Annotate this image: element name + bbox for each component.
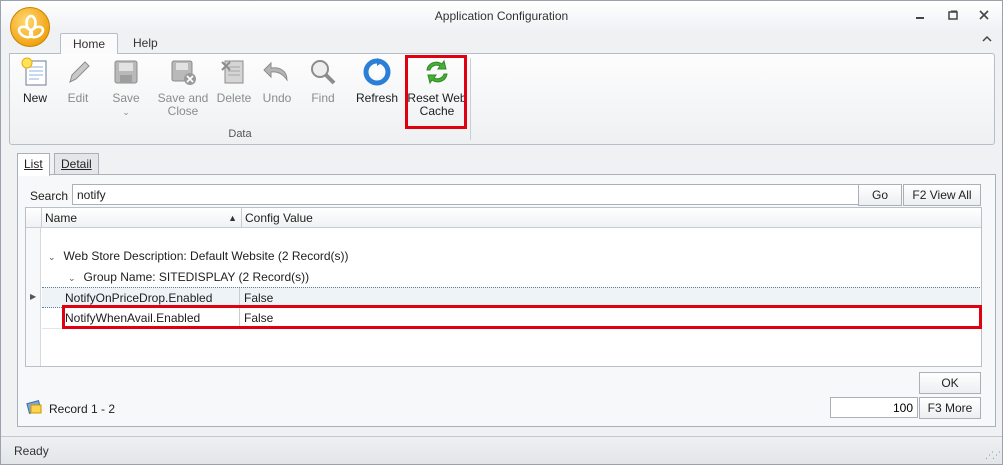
delete-button[interactable]: Delete: [214, 56, 254, 105]
chevron-down-icon: ⌄: [68, 273, 76, 283]
save-button[interactable]: Save ⌄: [106, 56, 146, 119]
pencil-icon: [69, 61, 90, 83]
save-close-icon: [171, 60, 196, 85]
tab-list[interactable]: List: [17, 153, 50, 176]
column-header-config-value[interactable]: Config Value: [242, 208, 981, 228]
status-text: Ready: [14, 444, 49, 458]
save-and-close-button[interactable]: Save and Close: [156, 56, 210, 118]
tab-detail[interactable]: Detail: [54, 153, 99, 174]
tab-home[interactable]: Home: [60, 33, 119, 54]
grid-header: Name ▲ Config Value: [26, 208, 981, 228]
table-row[interactable]: NotifyWhenAvail.Enabled False: [42, 308, 980, 329]
status-bar: Ready ⋰⋰: [1, 436, 1002, 464]
undo-button[interactable]: Undo: [258, 56, 296, 105]
table-row[interactable]: NotifyOnPriceDrop.Enabled False: [42, 287, 980, 308]
current-row-arrow-icon: ▶: [30, 292, 37, 301]
reset-web-cache-button[interactable]: Reset Web Cache: [407, 56, 467, 118]
undo-arrow-icon: [263, 61, 288, 82]
search-label: Search: [30, 189, 69, 203]
restore-button[interactable]: [942, 7, 964, 25]
cell-value: False: [244, 311, 274, 325]
recycle-arrows-icon: [426, 59, 448, 85]
refresh-button[interactable]: Refresh: [353, 56, 401, 105]
delete-document-icon: [221, 60, 244, 84]
floppy-disk-icon: [114, 60, 138, 84]
cell-name: NotifyWhenAvail.Enabled: [62, 308, 240, 328]
cell-name: NotifyOnPriceDrop.Enabled: [62, 288, 240, 308]
group-separator: [470, 58, 471, 140]
dropdown-chevron-icon: ⌄: [122, 107, 130, 117]
config-grid: Name ▲ Config Value ⌄ Web Store Descripti…: [25, 207, 982, 367]
new-button[interactable]: New: [16, 56, 54, 105]
page-size-input[interactable]: [830, 397, 918, 418]
chevron-down-icon: ⌄: [48, 252, 56, 262]
list-panel: Search Go F2 View All Name ▲ Config Valu…: [17, 174, 996, 427]
title-bar: Application Configuration: [1, 1, 1002, 33]
application-menu-orb[interactable]: [10, 7, 50, 47]
cell-value: False: [244, 291, 274, 305]
edit-button[interactable]: Edit: [60, 56, 96, 105]
refresh-icon: [363, 58, 391, 86]
row-indicator-header: [26, 208, 42, 228]
collapse-ribbon-icon[interactable]: [982, 35, 992, 46]
column-header-name[interactable]: Name ▲: [42, 208, 242, 228]
ribbon-panel: New Edit Save ⌄ Save and Close Delete Un…: [9, 53, 995, 145]
tab-help[interactable]: Help: [121, 33, 170, 54]
group-row-web-store[interactable]: ⌄ Web Store Description: Default Website …: [48, 249, 349, 263]
ok-button[interactable]: OK: [919, 372, 981, 394]
sort-ascending-icon: ▲: [228, 213, 237, 223]
close-button[interactable]: [973, 7, 995, 25]
group-row-group-name[interactable]: ⌄ Group Name: SITEDISPLAY (2 Record(s)): [68, 270, 309, 284]
new-document-icon: [21, 57, 47, 86]
record-navigator-icon: [26, 400, 42, 414]
app-logo-icon: [17, 14, 45, 39]
more-button[interactable]: F3 More: [919, 397, 981, 419]
minimize-button[interactable]: [909, 7, 931, 25]
magnifier-icon: [311, 60, 336, 85]
view-all-button[interactable]: F2 View All: [903, 184, 981, 206]
go-button[interactable]: Go: [858, 184, 902, 206]
app-window: Application Configuration Home Help New …: [0, 0, 1003, 465]
search-input[interactable]: [72, 184, 868, 205]
find-button[interactable]: Find: [305, 56, 341, 105]
window-title: Application Configuration: [434, 9, 569, 23]
record-count-text: Record 1 - 2: [49, 402, 116, 416]
resize-grip-icon[interactable]: ⋰⋰: [985, 450, 1001, 461]
ribbon-tabs: Home Help: [1, 33, 1002, 54]
data-group-label: Data: [228, 128, 252, 140]
